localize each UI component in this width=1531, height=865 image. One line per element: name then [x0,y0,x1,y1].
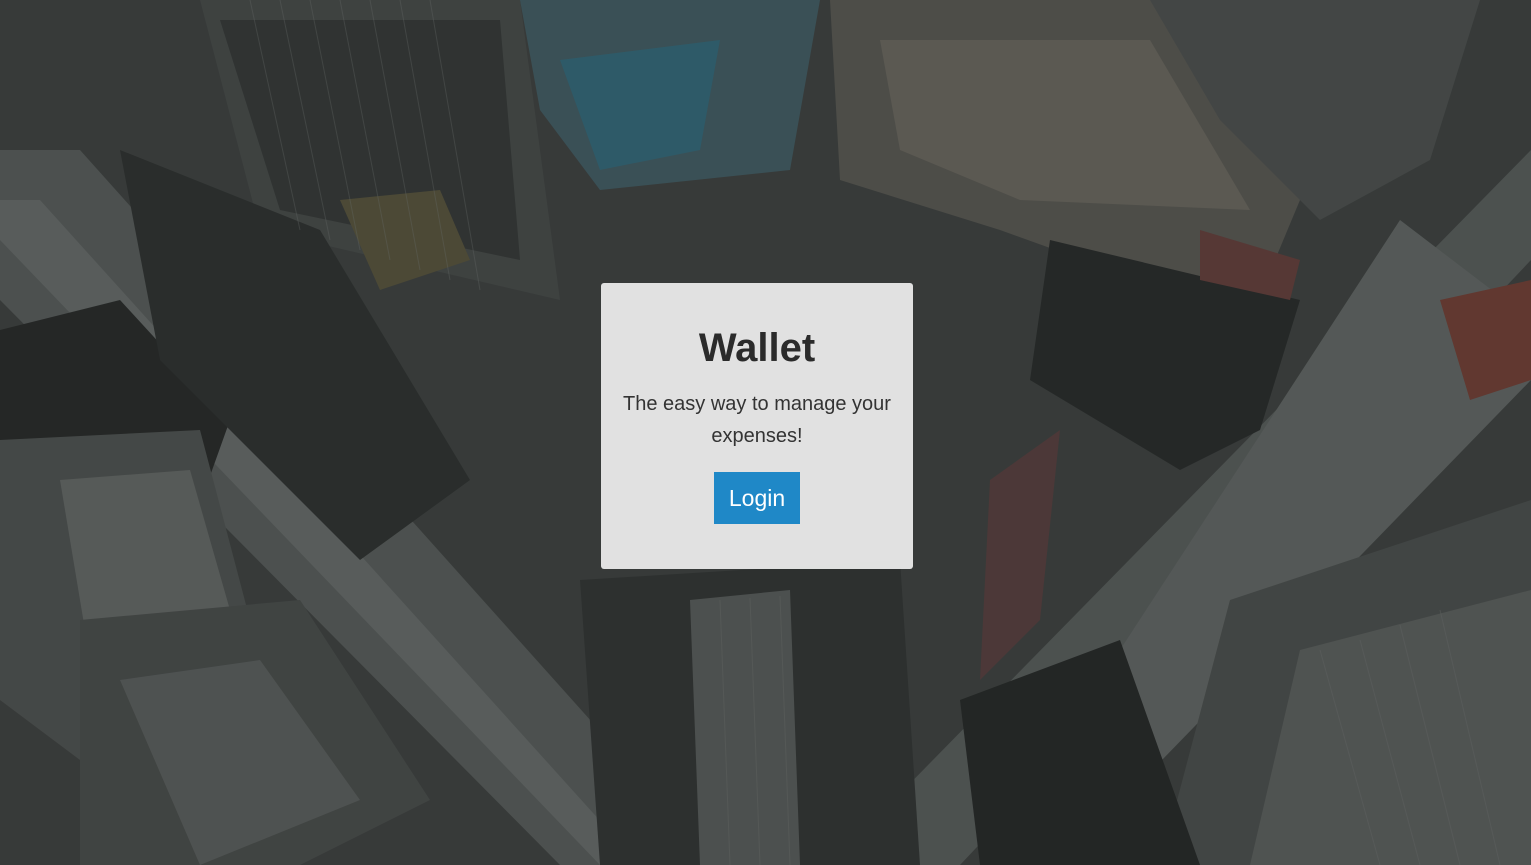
app-title: Wallet [698,326,816,370]
login-card: Wallet The easy way to manage your expen… [601,283,913,569]
login-button[interactable]: Login [714,472,800,524]
app-tagline: The easy way to manage your expenses! [623,393,891,447]
